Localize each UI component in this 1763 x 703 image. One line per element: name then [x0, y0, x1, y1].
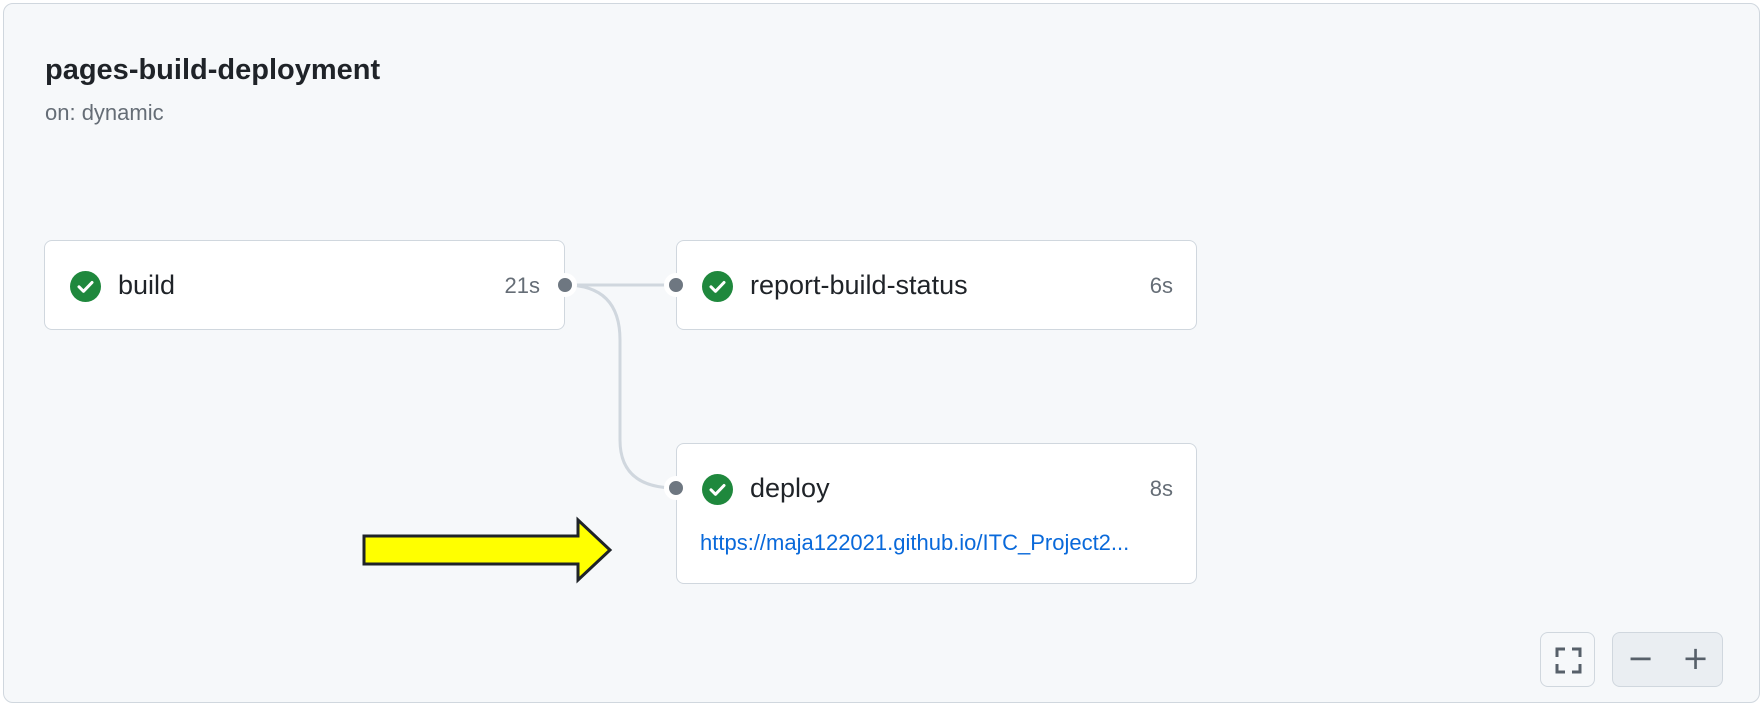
zoom-out-button[interactable]: −: [1613, 633, 1668, 688]
job-duration: 6s: [1149, 273, 1173, 298]
job-duration: 8s: [1149, 476, 1173, 501]
workflow-graph-panel: pages-build-deployment on: dynamic: [3, 3, 1760, 703]
zoom-in-button[interactable]: +: [1668, 633, 1723, 688]
job-input-port: [664, 273, 688, 297]
deployment-url-link[interactable]: https://maja122021.github.io/ITC_Project…: [700, 530, 1160, 556]
workflow-title: pages-build-deployment: [45, 54, 381, 86]
job-card-report-build-status[interactable]: report-build-status 6s: [676, 240, 1197, 330]
fullscreen-icon: [1555, 647, 1582, 674]
check-circle-icon: [702, 271, 733, 302]
job-name: report-build-status: [750, 270, 968, 300]
job-row: deploy 8s: [677, 444, 1196, 532]
zoom-controls: − +: [1612, 632, 1723, 687]
job-row: report-build-status 6s: [677, 241, 1196, 329]
job-name: build: [118, 270, 176, 300]
job-output-port: [553, 273, 577, 297]
fullscreen-button[interactable]: [1540, 632, 1595, 687]
job-name: deploy: [750, 473, 830, 503]
job-card-deploy[interactable]: deploy 8s https://maja122021.github.io/I…: [676, 443, 1197, 584]
job-input-port: [664, 476, 688, 500]
check-circle-icon: [702, 474, 733, 505]
job-row: build 21s: [45, 241, 564, 329]
workflow-trigger: on: dynamic: [45, 100, 164, 125]
job-card-build[interactable]: build 21s: [44, 240, 565, 330]
arrow-right-icon: [362, 516, 613, 584]
job-duration: 21s: [504, 273, 540, 298]
check-circle-icon: [70, 271, 101, 302]
